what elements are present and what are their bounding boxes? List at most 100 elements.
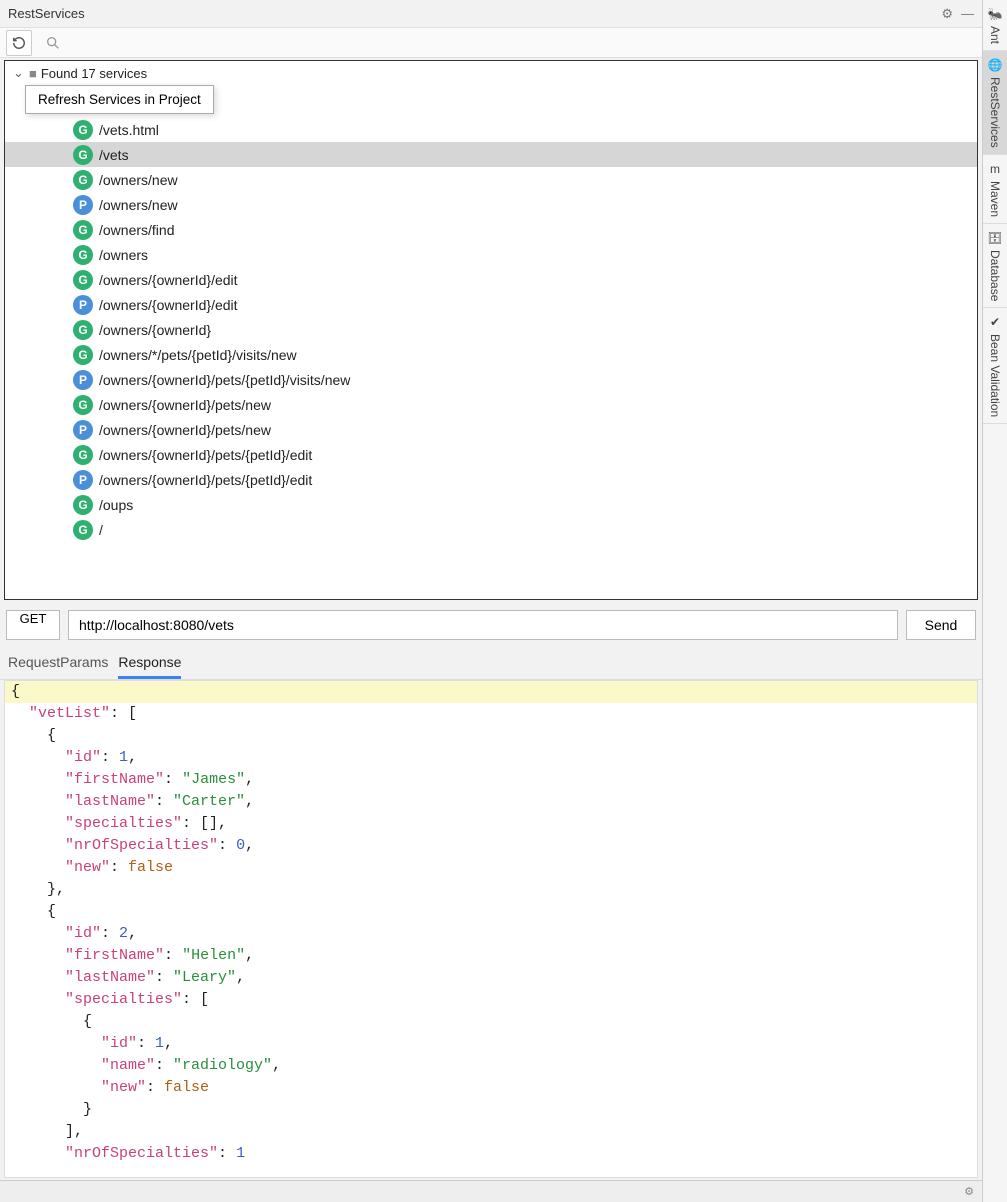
json-line: }, bbox=[5, 879, 977, 901]
tree-root[interactable]: ⌄ ■ Found 17 services bbox=[5, 61, 977, 81]
service-row[interactable]: P/owners/{ownerId}/pets/new bbox=[5, 417, 977, 442]
service-path: /owners/{ownerId}/pets/{petId}/edit bbox=[99, 472, 312, 488]
service-row[interactable]: G/owners/new bbox=[5, 167, 977, 192]
json-line: "nrOfSpecialties": 0, bbox=[5, 835, 977, 857]
service-row[interactable]: G/ bbox=[5, 517, 977, 542]
context-menu-item[interactable]: Refresh Services in Project bbox=[25, 85, 214, 114]
json-line: "id": 2, bbox=[5, 923, 977, 945]
http-post-icon: P bbox=[73, 370, 93, 390]
http-get-icon: G bbox=[73, 220, 93, 240]
http-post-icon: P bbox=[73, 420, 93, 440]
service-path: /oups bbox=[99, 497, 133, 513]
http-get-icon: G bbox=[73, 270, 93, 290]
service-row[interactable]: P/owners/new bbox=[5, 192, 977, 217]
json-line: "specialties": [ bbox=[5, 989, 977, 1011]
panel-title: RestServices bbox=[8, 6, 85, 21]
service-path: /vets.html bbox=[99, 122, 159, 138]
restservices-icon: 🌐 bbox=[987, 57, 1003, 73]
url-input[interactable] bbox=[68, 610, 898, 640]
http-get-icon: G bbox=[73, 170, 93, 190]
minimize-icon[interactable]: — bbox=[961, 6, 974, 22]
sidebar-tab-maven[interactable]: mMaven bbox=[983, 155, 1007, 224]
http-method-select[interactable]: GET bbox=[6, 610, 60, 640]
json-line: "new": false bbox=[5, 1077, 977, 1099]
json-line: "name": "radiology", bbox=[5, 1055, 977, 1077]
http-get-icon: G bbox=[73, 145, 93, 165]
refresh-button[interactable] bbox=[6, 30, 32, 56]
folder-icon: ■ bbox=[29, 66, 37, 81]
service-row[interactable]: G/owners bbox=[5, 242, 977, 267]
service-row[interactable]: P/owners/{ownerId}/pets/{petId}/edit bbox=[5, 467, 977, 492]
service-row[interactable]: P/owners/{ownerId}/pets/{petId}/visits/n… bbox=[5, 367, 977, 392]
http-get-icon: G bbox=[73, 320, 93, 340]
sidebar-tab-label: Ant bbox=[988, 26, 1002, 44]
tab-response[interactable]: Response bbox=[118, 650, 181, 679]
database-icon: 🗄 bbox=[987, 230, 1003, 246]
json-line: ], bbox=[5, 1121, 977, 1143]
http-get-icon: G bbox=[73, 495, 93, 515]
service-row[interactable]: G/owners/*/pets/{petId}/visits/new bbox=[5, 342, 977, 367]
sidebar-tab-bean-validation[interactable]: ✔ Bean Validation bbox=[983, 308, 1007, 424]
service-path: /owners/{ownerId}/pets/new bbox=[99, 422, 271, 438]
response-body[interactable]: { "vetList": [ { "id": 1, "firstName": "… bbox=[4, 680, 978, 1178]
request-bar: GET Send bbox=[0, 604, 982, 646]
tab-requestparams[interactable]: RequestParams bbox=[8, 650, 108, 679]
sidebar-tab-label: Database bbox=[988, 250, 1002, 301]
toolbar bbox=[0, 28, 982, 58]
http-get-icon: G bbox=[73, 445, 93, 465]
service-row[interactable]: G/owners/{ownerId}/edit bbox=[5, 267, 977, 292]
service-row[interactable]: G/vets bbox=[5, 142, 977, 167]
sidebar-tab-label: RestServices bbox=[988, 77, 1002, 148]
service-path: /owners/find bbox=[99, 222, 174, 238]
service-row[interactable]: G/owners/{ownerId}/pets/{petId}/edit bbox=[5, 442, 977, 467]
json-line: "lastName": "Leary", bbox=[5, 967, 977, 989]
json-line: "firstName": "Helen", bbox=[5, 945, 977, 967]
json-line: "id": 1, bbox=[5, 747, 977, 769]
json-line: { bbox=[5, 1011, 977, 1033]
http-get-icon: G bbox=[73, 245, 93, 265]
json-line: "firstName": "James", bbox=[5, 769, 977, 791]
gear-icon[interactable]: ⚙ bbox=[941, 6, 953, 22]
service-row[interactable]: G/owners/{ownerId}/pets/new bbox=[5, 392, 977, 417]
http-post-icon: P bbox=[73, 195, 93, 215]
sidebar-tab-label: Bean Validation bbox=[988, 334, 1002, 417]
json-line: "lastName": "Carter", bbox=[5, 791, 977, 813]
sidebar-tab-database[interactable]: 🗄 Database bbox=[983, 224, 1007, 308]
service-path: / bbox=[99, 522, 103, 538]
ant-icon: 🐜 bbox=[987, 6, 1003, 22]
panel-header: RestServices ⚙ — bbox=[0, 0, 982, 28]
service-row[interactable]: G/owners/find bbox=[5, 217, 977, 242]
json-line: } bbox=[5, 1099, 977, 1121]
sidebar-tab-restservices[interactable]: 🌐 RestServices bbox=[983, 51, 1007, 155]
right-tool-sidebar: 🐜 Ant 🌐 RestServices mMaven 🗄 Database ✔ Bean Va… bbox=[982, 0, 1007, 1202]
service-path: /owners/{ownerId}/edit bbox=[99, 297, 238, 313]
service-row[interactable]: G/owners/{ownerId} bbox=[5, 317, 977, 342]
service-path: /owners bbox=[99, 247, 148, 263]
service-path: /owners/{ownerId} bbox=[99, 322, 211, 338]
http-get-icon: G bbox=[73, 395, 93, 415]
json-line: { bbox=[5, 681, 977, 703]
service-path: /owners/{ownerId}/pets/{petId}/visits/ne… bbox=[99, 372, 350, 388]
status-bar: ⚙ bbox=[0, 1180, 982, 1202]
sidebar-tab-label: Maven bbox=[988, 181, 1002, 217]
service-path: /owners/{ownerId}/edit bbox=[99, 272, 238, 288]
services-tree: ⌄ ■ Found 17 services Refresh Services i… bbox=[4, 60, 978, 600]
json-line: "specialties": [], bbox=[5, 813, 977, 835]
service-row[interactable]: P/owners/{ownerId}/edit bbox=[5, 292, 977, 317]
service-path: /vets bbox=[99, 147, 129, 163]
json-line: { bbox=[5, 725, 977, 747]
send-button[interactable]: Send bbox=[906, 610, 976, 640]
json-line: "new": false bbox=[5, 857, 977, 879]
service-path: /owners/new bbox=[99, 172, 178, 188]
sidebar-tab-ant[interactable]: 🐜 Ant bbox=[983, 0, 1007, 51]
http-get-icon: G bbox=[73, 520, 93, 540]
http-get-icon: G bbox=[73, 345, 93, 365]
search-icon[interactable] bbox=[40, 30, 66, 56]
service-row[interactable]: G/vets.html bbox=[5, 117, 977, 142]
chevron-down-icon: ⌄ bbox=[13, 65, 25, 81]
json-line: "vetList": [ bbox=[5, 703, 977, 725]
bean-validation-icon: ✔ bbox=[987, 314, 1003, 330]
service-path: /owners/*/pets/{petId}/visits/new bbox=[99, 347, 297, 363]
service-row[interactable]: G/oups bbox=[5, 492, 977, 517]
gear-icon[interactable]: ⚙ bbox=[964, 1185, 974, 1198]
